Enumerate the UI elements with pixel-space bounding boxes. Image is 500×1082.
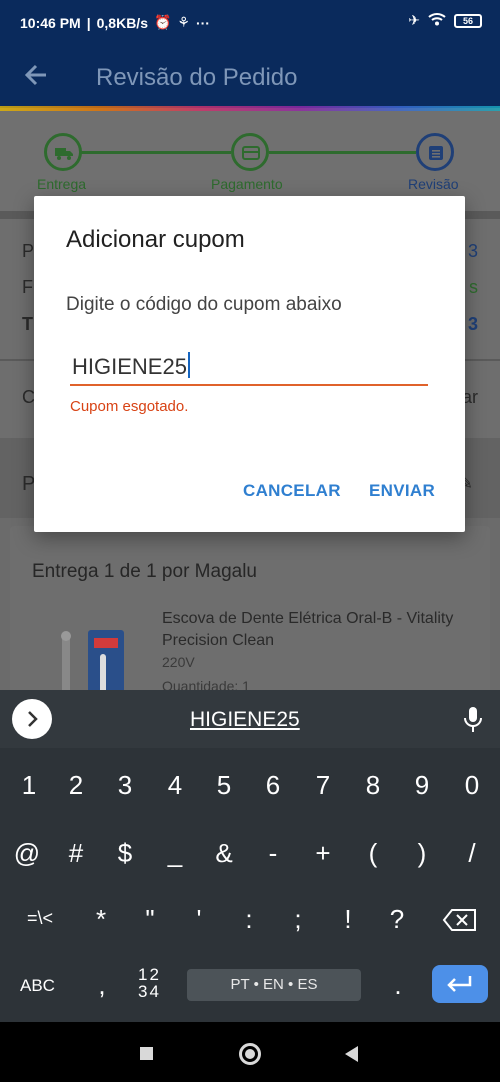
chevron-right-icon bbox=[28, 711, 38, 727]
app-bar: Revisão do Pedido bbox=[0, 48, 500, 108]
dialog-message: Digite o código do cupom abaixo bbox=[66, 294, 342, 315]
product-voltage: 220V bbox=[162, 654, 195, 670]
recents-button-icon[interactable] bbox=[140, 1047, 153, 1060]
wifi-icon bbox=[428, 12, 446, 29]
key[interactable]: ' bbox=[179, 904, 219, 935]
key[interactable]: ; bbox=[278, 904, 318, 935]
suggestion-bar: HIGIENE25 bbox=[0, 690, 500, 748]
key[interactable]: _ bbox=[155, 838, 195, 869]
soft-keyboard: HIGIENE25 1 2 3 4 5 6 7 8 9 0 @ # $ _ & … bbox=[0, 690, 500, 1022]
home-button-icon[interactable] bbox=[239, 1043, 261, 1065]
numpad-switch-key[interactable]: 12 34 bbox=[138, 966, 161, 1000]
step-revisao[interactable] bbox=[416, 133, 454, 171]
summary-row-label: T bbox=[22, 314, 33, 334]
suggestion-word[interactable]: HIGIENE25 bbox=[190, 708, 300, 732]
key[interactable]: : bbox=[229, 904, 269, 935]
summary-row-label: P bbox=[22, 241, 35, 261]
key[interactable]: @ bbox=[7, 838, 47, 869]
text-cursor bbox=[187, 352, 190, 378]
key[interactable]: - bbox=[253, 838, 293, 869]
summary-value: 3 bbox=[467, 241, 478, 261]
key[interactable]: / bbox=[452, 838, 492, 869]
key[interactable]: 4 bbox=[155, 770, 195, 801]
more-dots-icon: ··· bbox=[195, 14, 210, 31]
product-name: Escova de Dente Elétrica Oral-B - Vitali… bbox=[162, 610, 454, 649]
step-pagamento[interactable] bbox=[231, 133, 269, 171]
list-icon bbox=[429, 146, 443, 160]
key[interactable]: ) bbox=[402, 838, 442, 869]
key[interactable]: 5 bbox=[204, 770, 244, 801]
submit-button[interactable]: ENVIAR bbox=[369, 481, 435, 501]
key[interactable]: # bbox=[56, 838, 96, 869]
summary-value: 3 bbox=[467, 314, 478, 334]
comma-key[interactable]: , bbox=[82, 970, 122, 1001]
status-bar: 10:46 PM | 0,8KB/s ⏰ ⚘ ··· ✈ 56 bbox=[0, 0, 500, 48]
step-label-entrega: Entrega bbox=[37, 176, 87, 192]
key[interactable]: 0 bbox=[452, 770, 492, 801]
truck-icon bbox=[55, 148, 73, 160]
key[interactable]: ! bbox=[328, 904, 368, 935]
step-entrega[interactable] bbox=[44, 133, 82, 171]
step-label-pagamento: Pagamento bbox=[211, 176, 283, 192]
summary-row-label: F bbox=[22, 277, 33, 297]
space-key[interactable]: PT • EN • ES bbox=[187, 969, 361, 1001]
enter-arrow-icon bbox=[447, 976, 472, 992]
key[interactable]: + bbox=[303, 838, 343, 869]
key[interactable]: ? bbox=[377, 904, 417, 935]
key[interactable]: 7 bbox=[303, 770, 343, 801]
delivery-title: Entrega 1 de 1 por Magalu bbox=[32, 561, 257, 582]
key[interactable]: 8 bbox=[353, 770, 393, 801]
delivery-card: Entrega 1 de 1 por Magalu Escova de Dent… bbox=[10, 526, 490, 716]
key[interactable]: * bbox=[81, 904, 121, 935]
cancel-button[interactable]: CANCELAR bbox=[243, 481, 341, 501]
coupon-code-input[interactable]: HIGIENE25 bbox=[70, 346, 428, 386]
key[interactable]: ( bbox=[353, 838, 393, 869]
backspace-icon[interactable] bbox=[442, 908, 478, 937]
system-nav-bar bbox=[0, 1022, 500, 1082]
abc-key[interactable]: ABC bbox=[20, 976, 55, 996]
key[interactable]: 9 bbox=[402, 770, 442, 801]
add-coupon-dialog: Adicionar cupom Digite o código do cupom… bbox=[34, 196, 465, 532]
key[interactable]: =\< bbox=[20, 908, 60, 929]
key[interactable]: & bbox=[204, 838, 244, 869]
key[interactable]: $ bbox=[105, 838, 145, 869]
battery-icon: 56 bbox=[454, 13, 482, 28]
summary-value: s bbox=[469, 277, 478, 297]
key[interactable]: 2 bbox=[56, 770, 96, 801]
alarm-icon: ⏰ bbox=[153, 14, 172, 30]
coupon-error-message: Cupom esgotado. bbox=[70, 398, 189, 415]
page-title: Revisão do Pedido bbox=[96, 64, 298, 91]
step-connector bbox=[269, 151, 416, 154]
airplane-icon: ✈ bbox=[408, 12, 420, 28]
back-arrow-icon[interactable] bbox=[22, 60, 52, 90]
microphone-icon[interactable] bbox=[462, 706, 484, 734]
expand-toolbar-button[interactable] bbox=[12, 699, 52, 739]
period-key[interactable]: . bbox=[378, 970, 418, 1001]
key[interactable]: 3 bbox=[105, 770, 145, 801]
step-label-revisao: Revisão bbox=[408, 176, 459, 192]
enter-key[interactable] bbox=[432, 965, 488, 1003]
back-button-icon[interactable] bbox=[345, 1046, 358, 1062]
status-time: 10:46 PM bbox=[20, 14, 81, 31]
status-net-speed: 0,8KB/s bbox=[96, 14, 148, 31]
step-connector bbox=[81, 151, 231, 154]
key[interactable]: " bbox=[130, 904, 170, 935]
dialog-title: Adicionar cupom bbox=[66, 226, 245, 253]
key[interactable]: 1 bbox=[9, 770, 49, 801]
coupon-code-value[interactable]: HIGIENE25 bbox=[72, 354, 187, 379]
card-icon bbox=[242, 146, 260, 160]
key[interactable]: 6 bbox=[253, 770, 293, 801]
notification-icon: ⚘ bbox=[177, 14, 190, 30]
